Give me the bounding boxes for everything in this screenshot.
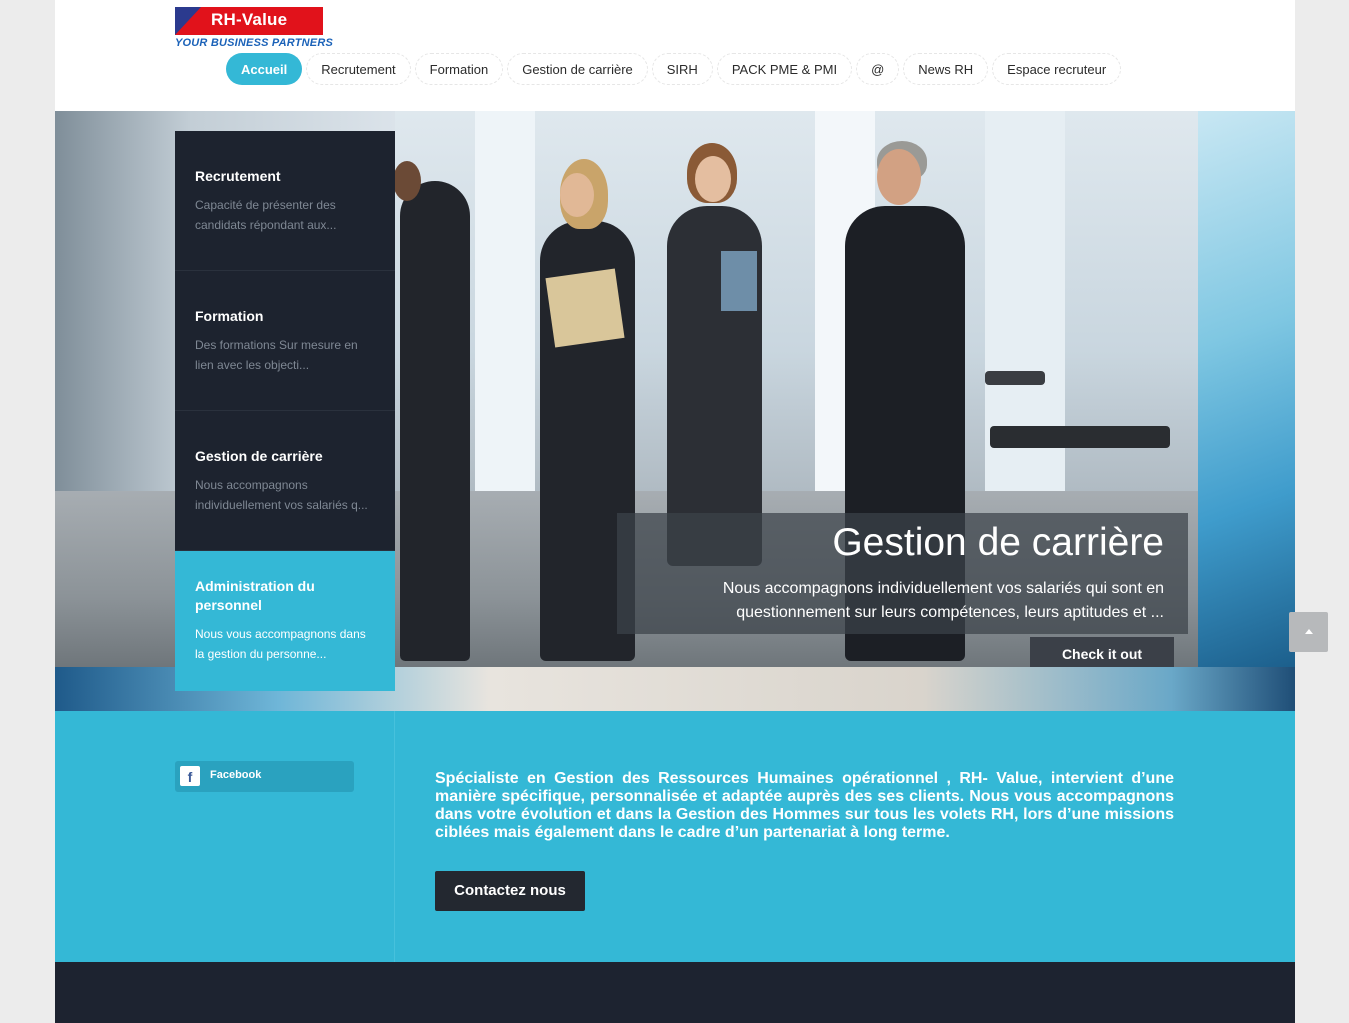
nav-item-at[interactable]: @ bbox=[856, 53, 900, 85]
nav-item-news-rh[interactable]: News RH bbox=[903, 53, 989, 85]
slide-caption: Gestion de carrière Nous accompagnons in… bbox=[617, 513, 1188, 634]
logo[interactable]: RH-Value YOUR BUSINESS PARTNERS bbox=[175, 7, 333, 49]
footer bbox=[55, 962, 1295, 1023]
nav-item-gestion-de-carriere[interactable]: Gestion de carrière bbox=[507, 53, 648, 85]
facebook-button[interactable]: f Facebook bbox=[175, 761, 354, 792]
main-nav: Accueil Recrutement Formation Gestion de… bbox=[226, 53, 1122, 85]
person-head-image bbox=[877, 149, 921, 205]
side-item-title: Recrutement bbox=[195, 168, 281, 184]
logo-title: RH-Value bbox=[211, 10, 288, 29]
slider-side-menu: Recrutement Capacité de présenter des ca… bbox=[175, 131, 395, 691]
nav-item-sirh[interactable]: SIRH bbox=[651, 53, 713, 85]
side-item-desc: Nous vous accompagnons dans la gestion d… bbox=[195, 627, 366, 661]
contact-button[interactable]: Contactez nous bbox=[435, 871, 585, 911]
nav-item-accueil[interactable]: Accueil bbox=[226, 53, 303, 85]
side-item-title: Formation bbox=[195, 308, 264, 324]
side-item-desc: Capacité de présenter des candidats répo… bbox=[195, 198, 337, 232]
band-divider bbox=[394, 711, 395, 962]
logo-flag-icon bbox=[175, 7, 201, 35]
nav-item-recrutement[interactable]: Recrutement bbox=[306, 53, 411, 85]
folder-image bbox=[545, 268, 625, 348]
side-item-title: Administration du personnel bbox=[195, 578, 315, 613]
check-it-out-button[interactable]: Check it out bbox=[1030, 637, 1174, 667]
facebook-label: Facebook bbox=[210, 769, 262, 781]
logo-badge: RH-Value bbox=[175, 7, 323, 35]
nav-item-pack-pme-pmi[interactable]: PACK PME & PMI bbox=[716, 53, 853, 85]
bench-image bbox=[990, 426, 1170, 448]
person-head-image bbox=[560, 173, 594, 217]
hero-background-right bbox=[1198, 111, 1295, 667]
slide-caption-title: Gestion de carrière bbox=[832, 521, 1164, 564]
side-item-desc: Nous accompagnons individuellement vos s… bbox=[195, 478, 368, 512]
person-head-image bbox=[695, 156, 731, 202]
intro-band: f Facebook Spécialiste en Gestion des Re… bbox=[55, 711, 1295, 962]
person-image bbox=[400, 181, 470, 661]
side-item-title: Gestion de carrière bbox=[195, 448, 323, 464]
intro-text: Spécialiste en Gestion des Ressources Hu… bbox=[435, 770, 1174, 841]
side-item-desc: Des formations Sur mesure en lien avec l… bbox=[195, 338, 358, 372]
side-item-gestion-de-carriere[interactable]: Gestion de carrière Nous accompagnons in… bbox=[175, 411, 395, 551]
facebook-icon: f bbox=[180, 766, 200, 786]
side-item-formation[interactable]: Formation Des formations Sur mesure en l… bbox=[175, 271, 395, 411]
folder-image bbox=[721, 251, 757, 311]
scroll-to-top-button[interactable] bbox=[1289, 612, 1328, 652]
logo-tagline: YOUR BUSINESS PARTNERS bbox=[175, 37, 334, 49]
person-head-image bbox=[393, 161, 421, 201]
bench-image bbox=[985, 371, 1045, 385]
side-item-administration-du-personnel[interactable]: Administration du personnel Nous vous ac… bbox=[175, 551, 395, 691]
page-container: RH-Value YOUR BUSINESS PARTNERS Accueil … bbox=[55, 0, 1295, 1023]
nav-item-formation[interactable]: Formation bbox=[414, 53, 504, 85]
side-item-recrutement[interactable]: Recrutement Capacité de présenter des ca… bbox=[175, 131, 395, 271]
slide-caption-text: Nous accompagnons individuellement vos s… bbox=[722, 580, 1164, 621]
nav-item-espace-recruteur[interactable]: Espace recruteur bbox=[992, 53, 1122, 85]
